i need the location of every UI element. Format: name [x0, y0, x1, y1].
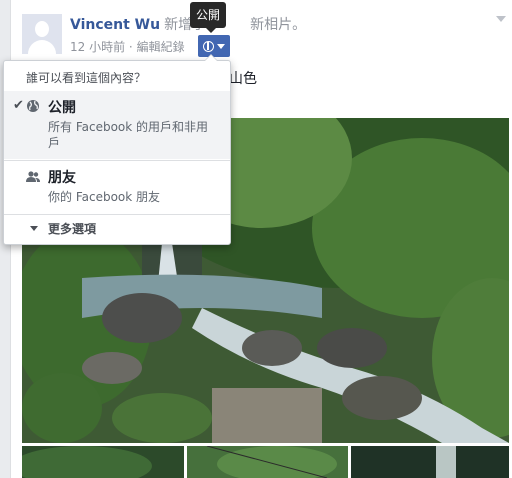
more-options-button[interactable]: 更多選項	[4, 216, 230, 242]
privacy-menu-heading: 誰可以看到這個內容？	[26, 71, 147, 85]
globe-icon	[27, 100, 39, 112]
privacy-option-title: 朋友	[48, 170, 76, 186]
privacy-option-title: 公開	[48, 100, 76, 116]
globe-icon	[203, 40, 214, 52]
triangle-down-icon	[30, 226, 38, 231]
post-text: 山色	[229, 71, 257, 87]
privacy-dropdown-menu: 誰可以看到這個內容？ ✔ 公開 所有 Facebook 的用戶和非用戶 朋友 你…	[3, 54, 231, 245]
privacy-option-description: 所有 Facebook 的用戶和非用戶	[48, 120, 209, 150]
caret-down-icon	[217, 43, 225, 49]
privacy-option-public[interactable]: ✔ 公開 所有 Facebook 的用戶和非用戶	[4, 91, 230, 159]
menu-divider	[4, 214, 230, 215]
privacy-option-description: 你的 Facebook 朋友	[48, 190, 161, 204]
check-icon: ✔	[13, 98, 24, 113]
privacy-tooltip: 公開	[190, 2, 227, 33]
post-action-rest: 新相片。	[250, 17, 307, 33]
thumbnail-strip	[22, 446, 509, 478]
thumbnail-photo[interactable]	[187, 446, 348, 478]
timestamp-link[interactable]: 12 小時前	[70, 40, 125, 54]
privacy-option-friends[interactable]: 朋友 你的 Facebook 朋友	[4, 161, 230, 213]
meta-separator: ·	[128, 40, 133, 54]
friends-icon	[26, 171, 40, 182]
edit-history-link[interactable]: 編輯紀錄	[137, 40, 185, 54]
more-options-label: 更多選項	[48, 222, 97, 236]
thumbnail-photo[interactable]	[22, 446, 184, 478]
post-header: Vincent Wu 新增了 新相片。	[70, 14, 306, 34]
post-meta: 12 小時前 · 編輯紀錄	[70, 38, 185, 55]
post-options-chevron-icon[interactable]	[496, 16, 506, 22]
thumbnail-photo[interactable]	[351, 446, 509, 478]
avatar[interactable]	[22, 14, 62, 54]
author-name-link[interactable]: Vincent Wu	[70, 17, 160, 33]
